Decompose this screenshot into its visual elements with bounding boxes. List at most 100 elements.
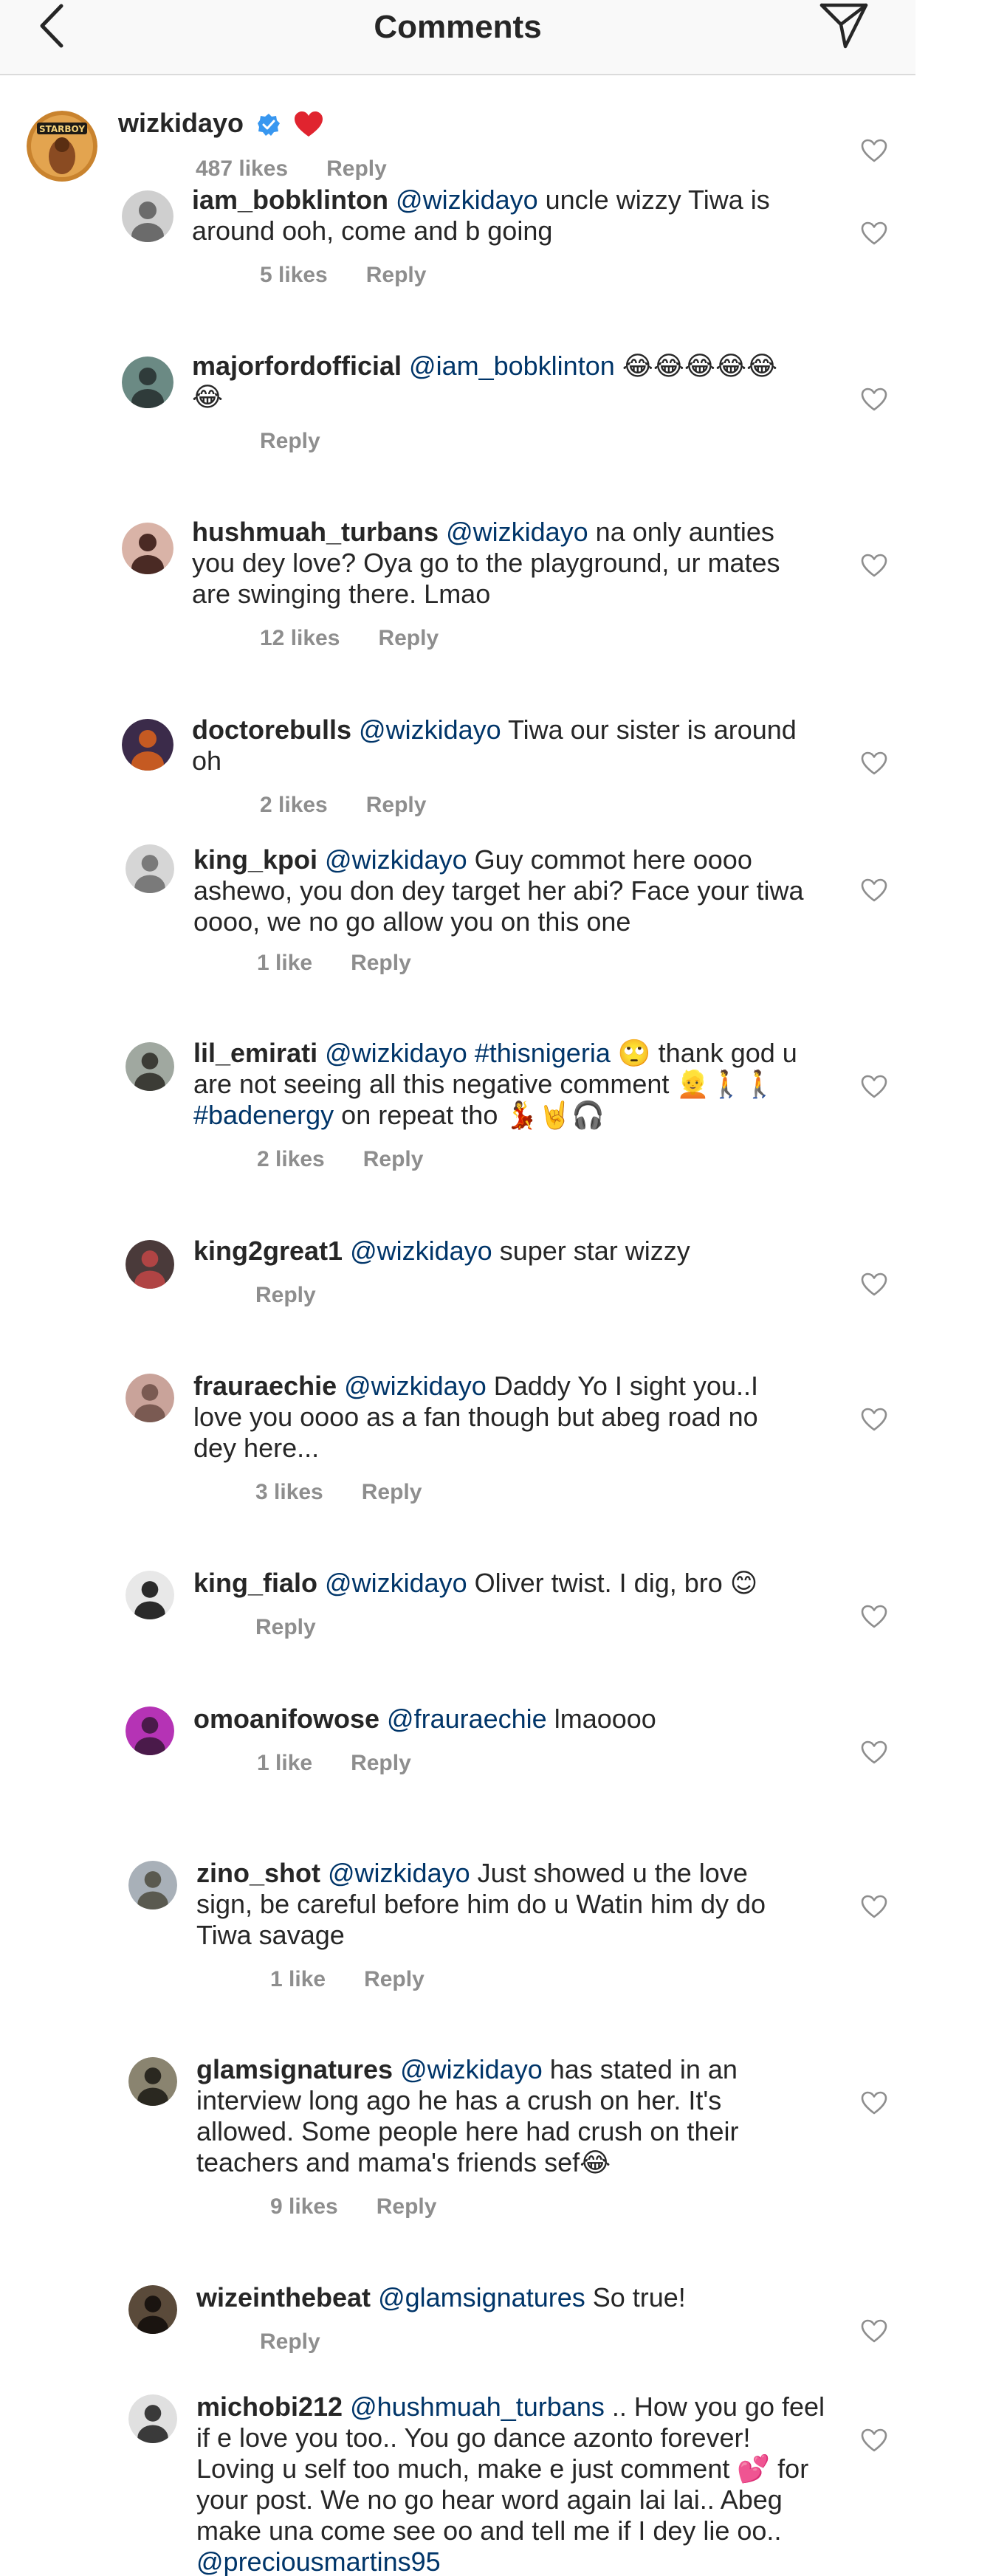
likes-count[interactable]: 1 like — [270, 1967, 326, 1992]
heart-outline-icon — [861, 221, 887, 245]
username[interactable]: king_kpoi — [193, 844, 317, 875]
likes-count[interactable]: 5 likes — [260, 263, 328, 288]
username[interactable]: frauraechie — [193, 1371, 337, 1401]
reply-button[interactable]: Reply — [363, 1147, 424, 1172]
reply-button[interactable]: Reply — [260, 2329, 320, 2355]
comment-meta: Reply — [255, 1283, 316, 1308]
mention-link[interactable]: @wizkidayo — [325, 1038, 467, 1068]
avatar[interactable] — [128, 2285, 177, 2334]
reply-button[interactable]: Reply — [255, 1283, 316, 1308]
mention-link[interactable]: @wizkidayo — [359, 714, 501, 745]
likes-count[interactable]: 487 likes — [196, 156, 288, 182]
mention-link[interactable]: @wizkidayo — [446, 517, 588, 547]
username[interactable]: lil_emirati — [193, 1038, 317, 1068]
comment-text: king_kpoi @wizkidayo Guy commot here ooo… — [193, 844, 806, 937]
username[interactable]: king2great1 — [193, 1236, 343, 1266]
mention-link[interactable]: @wizkidayo — [328, 1858, 470, 1888]
mention-link[interactable]: @wizkidayo — [350, 1236, 492, 1266]
like-button[interactable] — [858, 2087, 890, 2119]
heart-outline-icon — [861, 2091, 887, 2115]
like-button[interactable] — [858, 1600, 890, 1633]
avatar[interactable] — [122, 190, 173, 242]
username[interactable]: majorfordofficial — [192, 351, 402, 381]
username[interactable]: omoanifowose — [193, 1704, 379, 1734]
mention-link[interactable]: @wizkidayo — [396, 185, 538, 215]
username[interactable]: zino_shot — [196, 1858, 320, 1888]
top-comment: STARBOY wizkidayo 487 likes Reply — [0, 103, 915, 185]
mention-link[interactable]: @wizkidayo — [400, 2054, 543, 2084]
reply-button[interactable]: Reply — [362, 1480, 422, 1505]
mention-link[interactable]: @wizkidayo — [325, 844, 467, 875]
comment-text: hushmuah_turbans @wizkidayo na only aunt… — [192, 517, 805, 610]
reply-button[interactable]: Reply — [366, 793, 427, 818]
like-button[interactable] — [858, 1890, 890, 1923]
avatar[interactable] — [126, 1571, 174, 1619]
likes-count[interactable]: 2 likes — [260, 793, 328, 818]
like-button[interactable] — [858, 874, 890, 906]
username[interactable]: hushmuah_turbans — [192, 517, 439, 547]
likes-count[interactable]: 12 likes — [260, 626, 340, 651]
comment-text: zino_shot @wizkidayo Just showed u the l… — [196, 1858, 809, 1951]
hashtag-link[interactable]: #thisnigeria — [467, 1038, 611, 1068]
hashtag-link[interactable]: #badenergy — [193, 1100, 334, 1130]
like-button[interactable] — [858, 747, 890, 779]
reply-button[interactable]: Reply — [351, 951, 411, 976]
like-button[interactable] — [858, 383, 890, 416]
avatar[interactable] — [126, 1374, 174, 1422]
avatar[interactable]: STARBOY — [27, 111, 97, 182]
mention-link[interactable]: @wizkidayo — [344, 1371, 487, 1401]
username[interactable]: michobi212 — [196, 2391, 343, 2422]
avatar[interactable] — [126, 1707, 174, 1755]
username[interactable]: doctorebulls — [192, 714, 351, 745]
comment-meta: 2 likes Reply — [257, 1147, 423, 1172]
username[interactable]: wizkidayo — [118, 108, 244, 138]
avatar[interactable] — [122, 357, 173, 408]
avatar[interactable] — [128, 2057, 177, 2106]
username[interactable]: king_fialo — [193, 1568, 317, 1598]
avatar[interactable] — [122, 719, 173, 771]
like-button[interactable] — [858, 1736, 890, 1769]
reply-button[interactable]: Reply — [255, 1615, 316, 1640]
like-button[interactable] — [858, 1268, 890, 1301]
reply-button[interactable]: Reply — [260, 429, 320, 454]
avatar[interactable] — [122, 523, 173, 574]
likes-count[interactable]: 2 likes — [257, 1147, 325, 1172]
like-button[interactable] — [858, 134, 890, 167]
avatar[interactable] — [126, 1042, 174, 1091]
reply-comment: lil_emirati @wizkidayo #thisnigeria 🙄 th… — [0, 1038, 915, 1185]
likes-count[interactable]: 9 likes — [270, 2194, 338, 2219]
like-button[interactable] — [858, 549, 890, 582]
username[interactable]: glamsignatures — [196, 2054, 393, 2084]
reply-button[interactable]: Reply — [366, 263, 427, 288]
mention-link[interactable]: @iam_bobklinton — [409, 351, 615, 381]
mention-link[interactable]: @hushmuah_turbans — [350, 2391, 605, 2422]
reply-button[interactable]: Reply — [364, 1967, 425, 1992]
comment-meta: 1 like Reply — [257, 1751, 411, 1776]
like-button[interactable] — [858, 217, 890, 249]
avatar[interactable] — [128, 2394, 177, 2443]
likes-count[interactable]: 1 like — [257, 1751, 312, 1776]
mention-link[interactable]: @wizkidayo — [325, 1568, 467, 1598]
reply-button[interactable]: Reply — [377, 2194, 437, 2219]
username[interactable]: wizeinthebeat — [196, 2282, 371, 2312]
reply-button[interactable]: Reply — [378, 626, 439, 651]
avatar[interactable] — [128, 1861, 177, 1909]
comments-screen: Comments STARBOY wizkidayo 487 likes Rep… — [0, 0, 1007, 2576]
likes-count[interactable]: 3 likes — [255, 1480, 323, 1505]
avatar[interactable] — [126, 1240, 174, 1289]
heart-outline-icon — [861, 1605, 887, 1628]
mention-link[interactable]: @preciousmartins95 — [196, 2546, 441, 2576]
heart-outline-icon — [861, 878, 887, 902]
mention-link[interactable]: @frauraechie — [387, 1704, 547, 1734]
share-button[interactable] — [818, 0, 870, 52]
like-button[interactable] — [858, 2315, 890, 2347]
reply-button[interactable]: Reply — [351, 1751, 411, 1776]
like-button[interactable] — [858, 2424, 890, 2456]
likes-count[interactable]: 1 like — [257, 951, 312, 976]
reply-button[interactable]: Reply — [326, 156, 387, 182]
like-button[interactable] — [858, 1403, 890, 1436]
mention-link[interactable]: @glamsignatures — [378, 2282, 585, 2312]
like-button[interactable] — [858, 1070, 890, 1103]
avatar[interactable] — [126, 844, 174, 893]
username[interactable]: iam_bobklinton — [192, 185, 388, 215]
